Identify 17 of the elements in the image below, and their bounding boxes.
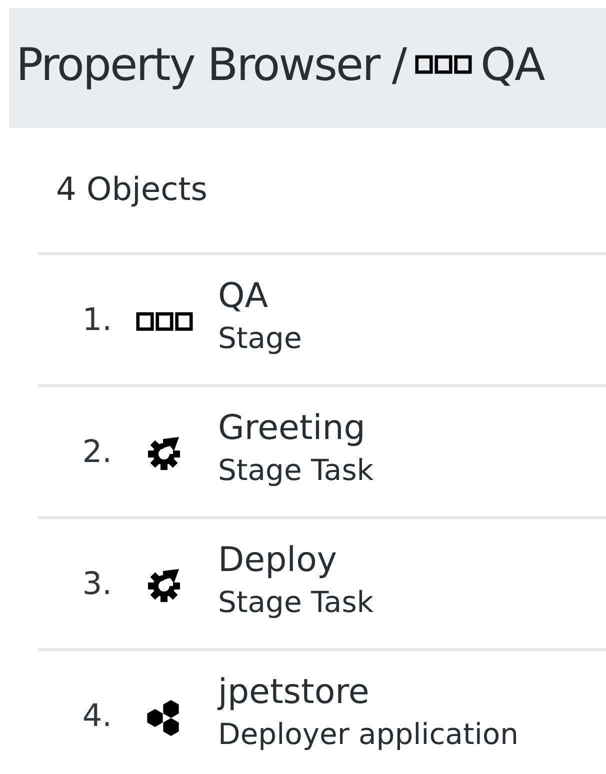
object-name: QA [218,274,270,318]
object-type: Stage Task [218,452,374,488]
row-number: 2. [81,434,112,470]
row-number: 3. [81,566,112,602]
row-number: 1. [81,302,112,338]
object-name: Greeting [218,406,366,450]
object-name: jpetstore [218,670,370,714]
three-squares-icon [136,312,192,331]
object-type: Stage [218,320,302,356]
object-type: Stage Task [218,584,374,620]
object-count: 4 Objects [56,170,208,210]
three-squares-icon [414,54,472,74]
page-title: Property Browser / [16,38,406,90]
object-type: Deployer application [218,716,518,752]
breadcrumb-name: QA [480,38,544,90]
row-number: 4. [81,698,112,734]
object-name: Deploy [218,538,338,582]
